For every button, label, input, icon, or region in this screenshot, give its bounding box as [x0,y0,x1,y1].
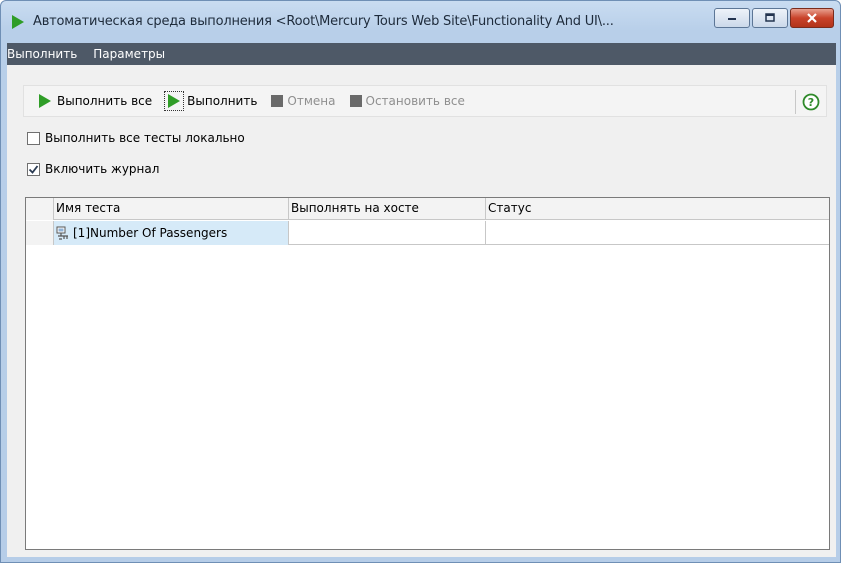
close-icon [807,13,817,23]
svg-text:?: ? [808,96,814,109]
stop-all-square-icon [349,95,362,107]
stop-square-icon [271,95,284,107]
column-header-status[interactable]: Статус [486,198,829,220]
test-icon [56,226,68,240]
cancel-label: Отмена [287,94,336,108]
column-header-host[interactable]: Выполнять на хосте [289,198,486,220]
test-name-text: [1]Number Of Passengers [73,226,228,240]
run-icon [168,94,181,108]
toolbar-separator [795,90,796,114]
maximize-button[interactable] [752,8,788,28]
run-focus-box [164,91,185,111]
title-bar[interactable]: Автоматическая среда выполнения <Root\Me… [1,1,840,43]
row-header[interactable] [26,221,54,245]
stop-all-label: Остановить все [365,94,465,108]
menu-bar: Выполнить Параметры [7,43,836,65]
maximize-icon [765,13,775,22]
enable-log-checkbox[interactable] [27,162,40,176]
cancel-button[interactable]: Отмена [271,90,336,112]
run-local-checkbox[interactable] [27,131,40,145]
menu-run[interactable]: Выполнить [7,47,85,61]
table-row[interactable]: [1]Number Of Passengers [26,221,829,245]
cell-host[interactable] [289,221,486,245]
green-play-icon [12,15,24,29]
menu-params[interactable]: Параметры [93,47,173,61]
help-icon[interactable]: ? [802,93,820,111]
cell-status[interactable] [486,221,829,245]
client-area: Выполнить все Выполнить Отмена Остановит… [7,65,836,557]
minimize-button[interactable] [714,8,750,28]
run-local-option[interactable]: Выполнить все тесты локально [27,131,245,145]
minimize-icon [728,18,736,20]
runner-window: Автоматическая среда выполнения <Root\Me… [0,0,841,563]
stop-all-button[interactable]: Остановить все [349,90,465,112]
run-all-icon [39,94,51,108]
tests-grid: Имя теста Выполнять на хосте Статус [1]N… [25,197,830,550]
run-local-label: Выполнить все тесты локально [45,131,245,145]
grid-header: Имя теста Выполнять на хосте Статус [26,198,829,220]
enable-log-label: Включить журнал [45,162,160,176]
run-all-label: Выполнить все [57,94,153,108]
column-header-test-name[interactable]: Имя теста [54,198,289,220]
caption-buttons [712,8,834,28]
enable-log-option[interactable]: Включить журнал [27,162,159,176]
checkmark-icon [28,164,39,174]
row-header-corner [26,198,54,220]
run-label: Выполнить [187,94,258,108]
run-button[interactable]: Выполнить [164,90,257,112]
run-all-button[interactable]: Выполнить все [38,90,152,112]
cell-test-name[interactable]: [1]Number Of Passengers [54,221,289,245]
close-button[interactable] [790,8,834,28]
window-title: Автоматическая среда выполнения <Root\Me… [33,14,614,29]
toolbar: Выполнить все Выполнить Отмена Остановит… [23,85,827,117]
